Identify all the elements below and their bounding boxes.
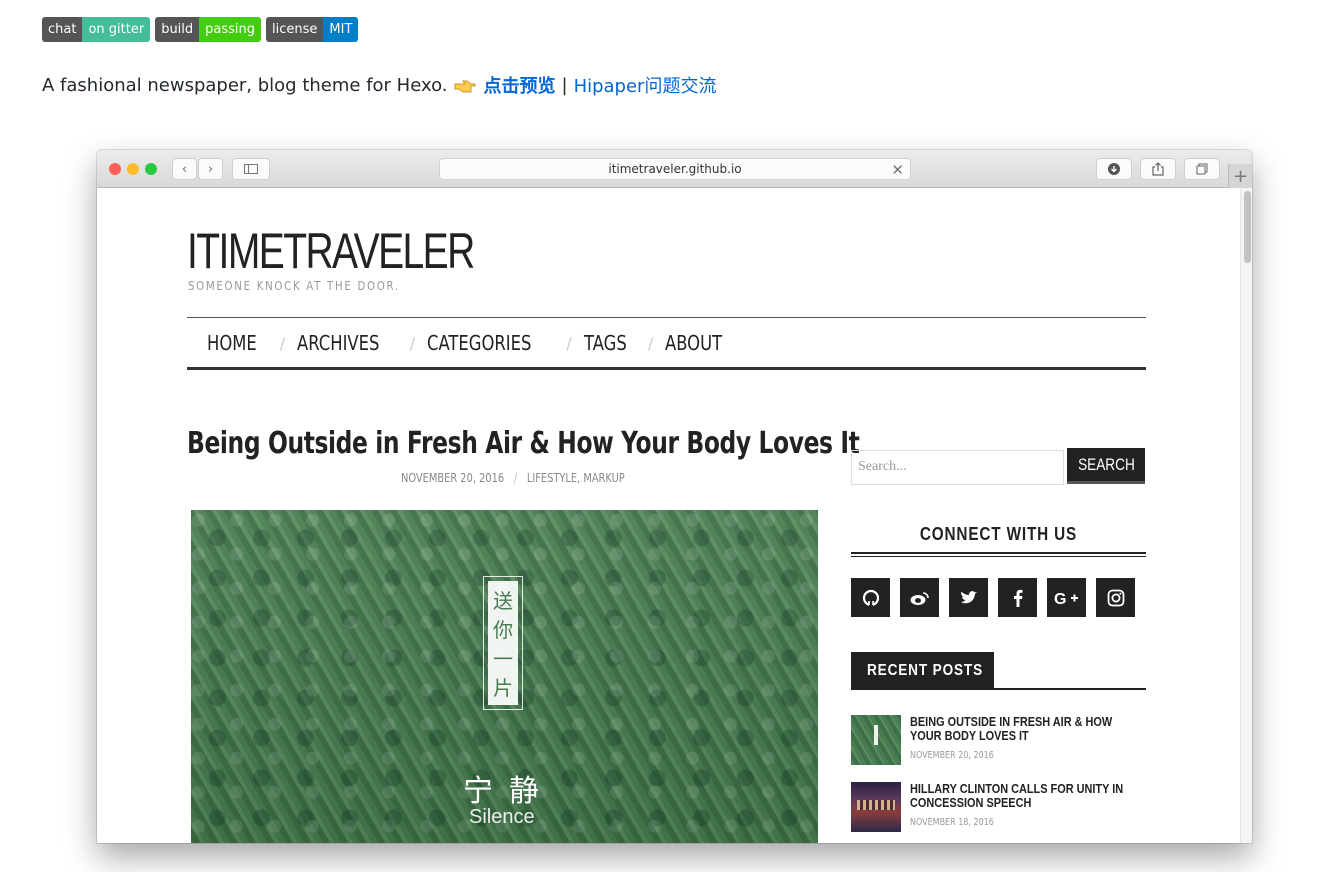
recent-rule bbox=[851, 688, 1146, 690]
badge-value: MIT bbox=[323, 17, 359, 42]
intro-text: A fashional newspaper, blog theme for He… bbox=[42, 74, 448, 96]
forward-button[interactable]: › bbox=[198, 158, 223, 180]
badge-label: license bbox=[266, 17, 324, 42]
share-icon bbox=[1152, 162, 1164, 176]
link-separator: | bbox=[561, 74, 568, 96]
nav-separator: / bbox=[409, 333, 415, 353]
site-title[interactable]: ITIMETRAVELER bbox=[187, 222, 475, 280]
nav-tags[interactable]: TAGS bbox=[584, 331, 627, 355]
svg-text:G: G bbox=[1054, 591, 1066, 606]
preview-link[interactable]: 点击预览 bbox=[483, 72, 555, 98]
intro-line: A fashional newspaper, blog theme for He… bbox=[42, 72, 716, 98]
thumbnail-crowd bbox=[857, 800, 895, 810]
chevron-right-icon: › bbox=[207, 161, 214, 177]
build-badge[interactable]: build passing bbox=[155, 17, 262, 42]
page-viewport: ITIMETRAVELER SOMEONE KNOCK AT THE DOOR.… bbox=[97, 188, 1240, 843]
connect-heading-text: CONNECT WITH US bbox=[919, 524, 1078, 544]
download-icon bbox=[1108, 163, 1120, 175]
post-title[interactable]: Being Outside in Fresh Air & How Your Bo… bbox=[187, 426, 860, 461]
chevron-left-icon: ‹ bbox=[181, 161, 188, 177]
tabs-icon bbox=[1196, 163, 1208, 175]
sidebar-icon bbox=[244, 164, 258, 174]
badge-value: on gitter bbox=[82, 17, 151, 42]
connect-rule bbox=[851, 556, 1146, 557]
license-badge[interactable]: license MIT bbox=[266, 17, 359, 42]
url-text: itimetraveler.github.io bbox=[608, 162, 742, 176]
nav-separator: / bbox=[566, 333, 572, 353]
google-plus-icon[interactable]: G bbox=[1047, 578, 1086, 617]
instagram-icon[interactable] bbox=[1096, 578, 1135, 617]
recent-posts-heading: RECENT POSTS bbox=[851, 652, 994, 690]
post-featured-image[interactable]: 送 你 一 片 宁静 Silence bbox=[191, 510, 818, 843]
nav-separator: / bbox=[279, 333, 286, 353]
share-button[interactable] bbox=[1140, 158, 1176, 180]
post-meta: NOVEMBER 20, 2016 / LIFESTYLE, MARKUP bbox=[401, 471, 625, 485]
back-button[interactable]: ‹ bbox=[172, 158, 197, 180]
browser-titlebar: ‹ › itimetraveler.github.io ✕ + bbox=[97, 150, 1252, 188]
facebook-icon[interactable] bbox=[998, 578, 1037, 617]
chat-badge[interactable]: chat on gitter bbox=[42, 17, 151, 42]
badge-label: build bbox=[155, 17, 200, 42]
issue-link-label: Hipaper问题交流 bbox=[573, 76, 717, 97]
pointing-hand-icon bbox=[453, 76, 477, 94]
nav-categories[interactable]: CATEGORIES bbox=[427, 331, 531, 355]
address-bar[interactable]: itimetraveler.github.io ✕ bbox=[439, 158, 911, 180]
badge-row: chat on gitter build passing license MIT bbox=[42, 17, 359, 42]
social-links: G bbox=[851, 578, 1135, 617]
stamp-char: 一 bbox=[493, 647, 513, 671]
plus-icon: + bbox=[1232, 165, 1249, 187]
stamp-char: 你 bbox=[493, 618, 513, 642]
recent-post-title[interactable]: BEING OUTSIDE IN FRESH AIR & HOW YOUR BO… bbox=[910, 715, 1145, 743]
meta-separator: / bbox=[513, 471, 518, 485]
downloads-button[interactable] bbox=[1096, 158, 1132, 180]
recent-post-thumbnail[interactable] bbox=[851, 782, 901, 832]
search-button[interactable]: SEARCH bbox=[1067, 448, 1145, 484]
close-icon[interactable]: ✕ bbox=[891, 161, 904, 179]
minimize-window-button[interactable] bbox=[127, 163, 139, 175]
post-date: NOVEMBER 20, 2016 bbox=[401, 471, 505, 485]
site-tagline: SOMEONE KNOCK AT THE DOOR. bbox=[188, 279, 400, 293]
image-caption-chinese: 宁静 bbox=[463, 774, 555, 809]
github-icon[interactable] bbox=[851, 578, 890, 617]
twitter-icon[interactable] bbox=[949, 578, 988, 617]
stamp-char: 片 bbox=[493, 676, 513, 700]
recent-post-thumbnail[interactable] bbox=[851, 715, 901, 765]
badge-label: chat bbox=[42, 17, 83, 42]
vertical-title-stamp: 送 你 一 片 bbox=[483, 576, 523, 710]
recent-posts-heading-text: RECENT POSTS bbox=[867, 662, 983, 679]
scrollbar-thumb[interactable] bbox=[1244, 191, 1251, 263]
nav-divider-top bbox=[187, 317, 1146, 318]
nav-separator: / bbox=[647, 333, 654, 353]
nav-about[interactable]: ABOUT bbox=[665, 331, 722, 355]
issue-link[interactable]: Hipaper问题交流 bbox=[574, 72, 717, 98]
close-window-button[interactable] bbox=[109, 163, 121, 175]
nav-divider-bottom bbox=[187, 367, 1146, 370]
post-categories[interactable]: LIFESTYLE, MARKUP bbox=[527, 471, 625, 485]
main-nav: HOME / ARCHIVES / CATEGORIES / TAGS / AB… bbox=[207, 331, 735, 355]
vertical-scrollbar[interactable] bbox=[1240, 188, 1252, 843]
connect-heading: CONNECT WITH US bbox=[851, 524, 1146, 545]
thumbnail-stamp bbox=[874, 725, 878, 745]
recent-post-title[interactable]: HILLARY CLINTON CALLS FOR UNITY IN CONCE… bbox=[910, 782, 1145, 810]
recent-post-date: NOVEMBER 20, 2016 bbox=[910, 750, 994, 761]
search-button-label: SEARCH bbox=[1077, 454, 1135, 474]
nav-archives[interactable]: ARCHIVES bbox=[297, 331, 379, 355]
weibo-icon[interactable] bbox=[900, 578, 939, 617]
badge-value: passing bbox=[199, 17, 262, 42]
new-tab-button[interactable]: + bbox=[1228, 164, 1252, 188]
connect-rule bbox=[851, 552, 1146, 554]
nav-home[interactable]: HOME bbox=[207, 331, 257, 355]
sidebar-toggle-button[interactable] bbox=[232, 158, 270, 180]
stamp-char: 送 bbox=[493, 589, 513, 613]
search-input[interactable]: Search... bbox=[851, 450, 1064, 485]
tabs-overview-button[interactable] bbox=[1184, 158, 1220, 180]
image-caption-english: Silence bbox=[469, 806, 535, 828]
recent-post-date: NOVEMBER 18, 2016 bbox=[910, 817, 994, 828]
zoom-window-button[interactable] bbox=[145, 163, 157, 175]
browser-window: ‹ › itimetraveler.github.io ✕ + ITIMETRA… bbox=[97, 150, 1252, 843]
